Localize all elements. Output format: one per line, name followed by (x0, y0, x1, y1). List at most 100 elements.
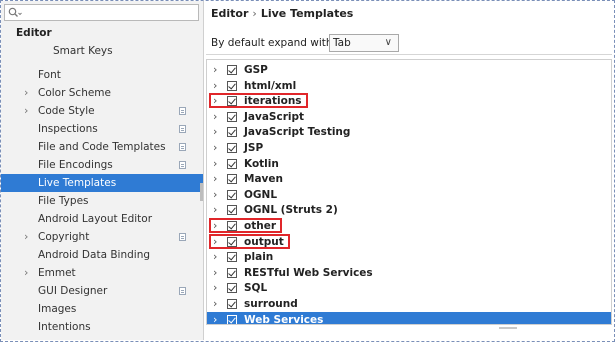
sidebar-item-font[interactable]: Font (1, 66, 203, 84)
enabled-checkbox[interactable] (227, 283, 237, 294)
template-group-name: JavaScript (244, 110, 305, 123)
sidebar-item-android-layout-editor[interactable]: Android Layout Editor (1, 210, 203, 228)
search-input[interactable] (4, 4, 199, 21)
project-settings-icon (179, 107, 186, 115)
sidebar-item-label: Live Templates (38, 177, 117, 189)
enabled-checkbox[interactable] (227, 205, 237, 216)
template-group-restful-web-services[interactable]: › RESTful Web Services (207, 265, 611, 281)
project-settings-icon (179, 125, 186, 133)
sidebar-item-live-templates[interactable]: Live Templates (1, 174, 203, 192)
sidebar-item-label: GUI Designer (38, 285, 108, 297)
chevron-right-icon[interactable]: › (213, 156, 217, 172)
sidebar-item-smart-keys[interactable]: Smart Keys (1, 42, 203, 60)
sidebar-item-label: Color Scheme (38, 87, 111, 99)
template-group-name: html/xml (244, 79, 297, 92)
sidebar-item-label: Intentions (38, 321, 91, 333)
enabled-checkbox[interactable] (227, 127, 237, 138)
chevron-right-icon[interactable]: › (213, 171, 217, 187)
sidebar-item-label: File and Code Templates (38, 141, 166, 153)
template-group-name: Maven (244, 173, 283, 186)
expand-key-select[interactable]: Tab ∨ (329, 34, 399, 52)
template-group-output[interactable]: › output (207, 233, 611, 250)
template-group-plain[interactable]: › plain (207, 249, 611, 265)
sidebar-item-label: Copyright (38, 231, 90, 243)
chevron-right-icon[interactable]: › (24, 264, 28, 282)
enabled-checkbox[interactable] (227, 267, 237, 278)
enabled-checkbox[interactable] (227, 189, 237, 200)
highlight-box (209, 93, 308, 109)
chevron-right-icon[interactable]: › (213, 280, 217, 296)
sidebar-item-intentions[interactable]: Intentions (1, 318, 203, 336)
settings-sidebar: Editor Smart Keys Font › Color Scheme › Code … (1, 1, 204, 340)
sidebar-item-file-and-code-templates[interactable]: File and Code Templates (1, 138, 203, 156)
sidebar-item-copyright[interactable]: › Copyright (1, 228, 203, 246)
chevron-right-icon[interactable]: › (213, 124, 217, 140)
template-group-iterations[interactable]: › iterations (207, 93, 611, 109)
template-group-sql[interactable]: › SQL (207, 280, 611, 296)
breadcrumb-parent: Editor (211, 7, 249, 20)
sidebar-scrollbar[interactable] (200, 183, 203, 201)
template-group-javascript-testing[interactable]: › JavaScript Testing (207, 124, 611, 140)
enabled-checkbox[interactable] (227, 111, 237, 122)
template-group-name: RESTful Web Services (244, 266, 373, 279)
template-group-ognl[interactable]: › OGNL (207, 187, 611, 203)
divider (206, 54, 612, 55)
chevron-right-icon[interactable]: › (24, 102, 28, 120)
horizontal-scrollbar[interactable] (499, 327, 517, 329)
sidebar-item-file-encodings[interactable]: File Encodings (1, 156, 203, 174)
sidebar-item-label: File Encodings (38, 159, 113, 171)
enabled-checkbox[interactable] (227, 174, 237, 185)
chevron-right-icon[interactable]: › (213, 62, 217, 78)
template-group-name: surround (244, 298, 298, 310)
sidebar-item-code-style[interactable]: › Code Style (1, 102, 203, 120)
chevron-right-icon[interactable]: › (24, 228, 28, 246)
sidebar-item-android-data-binding[interactable]: Android Data Binding (1, 246, 203, 264)
sidebar-item-gui-designer[interactable]: GUI Designer (1, 282, 203, 300)
chevron-right-icon[interactable]: › (213, 312, 217, 324)
template-group-name: OGNL (244, 188, 278, 201)
sidebar-item-emmet[interactable]: › Emmet (1, 264, 203, 282)
template-group-other[interactable]: › other (207, 218, 611, 234)
chevron-right-icon[interactable]: › (24, 84, 28, 102)
template-group-name: GSP (244, 64, 268, 76)
enabled-checkbox[interactable] (227, 299, 237, 309)
chevron-down-icon: ∨ (384, 37, 392, 48)
enabled-checkbox[interactable] (227, 252, 237, 263)
enabled-checkbox[interactable] (227, 314, 237, 324)
enabled-checkbox[interactable] (227, 158, 237, 169)
sidebar-item-images[interactable]: Images (1, 300, 203, 318)
chevron-right-icon[interactable]: › (213, 109, 217, 125)
live-templates-panel: Editor › Live Templates By default expand … (206, 1, 612, 340)
template-group-gsp[interactable]: › GSP (207, 62, 611, 78)
sidebar-item-file-types[interactable]: File Types (1, 192, 203, 210)
chevron-right-icon[interactable]: › (213, 249, 217, 265)
enabled-checkbox[interactable] (227, 65, 237, 75)
sidebar-item-label: Emmet (38, 267, 76, 279)
expand-key-value: Tab (333, 37, 351, 49)
sidebar-item-label: File Types (38, 195, 89, 207)
template-group-name: JavaScript Testing (244, 126, 351, 139)
template-group-surround[interactable]: › surround (207, 296, 611, 312)
template-group-html-xml[interactable]: › html/xml (207, 78, 611, 94)
template-group-kotlin[interactable]: › Kotlin (207, 156, 611, 172)
enabled-checkbox[interactable] (227, 143, 237, 153)
template-group-ognl-struts-2[interactable]: › OGNL (Struts 2) (207, 202, 611, 218)
chevron-right-icon[interactable]: › (213, 187, 217, 203)
template-group-maven[interactable]: › Maven (207, 171, 611, 187)
chevron-right-icon[interactable]: › (213, 140, 217, 156)
template-group-javascript[interactable]: › JavaScript (207, 109, 611, 125)
template-groups-tree: › GSP › html/xml › iterations › JavaScript › Java… (206, 59, 612, 325)
chevron-right-icon[interactable]: › (213, 78, 217, 94)
sidebar-group-editor[interactable]: Editor (16, 27, 52, 39)
sidebar-item-color-scheme[interactable]: › Color Scheme (1, 84, 203, 102)
chevron-right-icon[interactable]: › (213, 296, 217, 312)
chevron-right-icon[interactable]: › (213, 202, 217, 218)
sidebar-item-label: Inspections (38, 123, 98, 135)
sidebar-item-inspections[interactable]: Inspections (1, 120, 203, 138)
template-group-jsp[interactable]: › JSP (207, 140, 611, 156)
enabled-checkbox[interactable] (227, 80, 237, 91)
project-settings-icon (179, 233, 186, 241)
chevron-right-icon[interactable]: › (213, 265, 217, 281)
template-group-web-services[interactable]: › Web Services (207, 311, 611, 324)
template-group-name: plain (244, 251, 274, 264)
